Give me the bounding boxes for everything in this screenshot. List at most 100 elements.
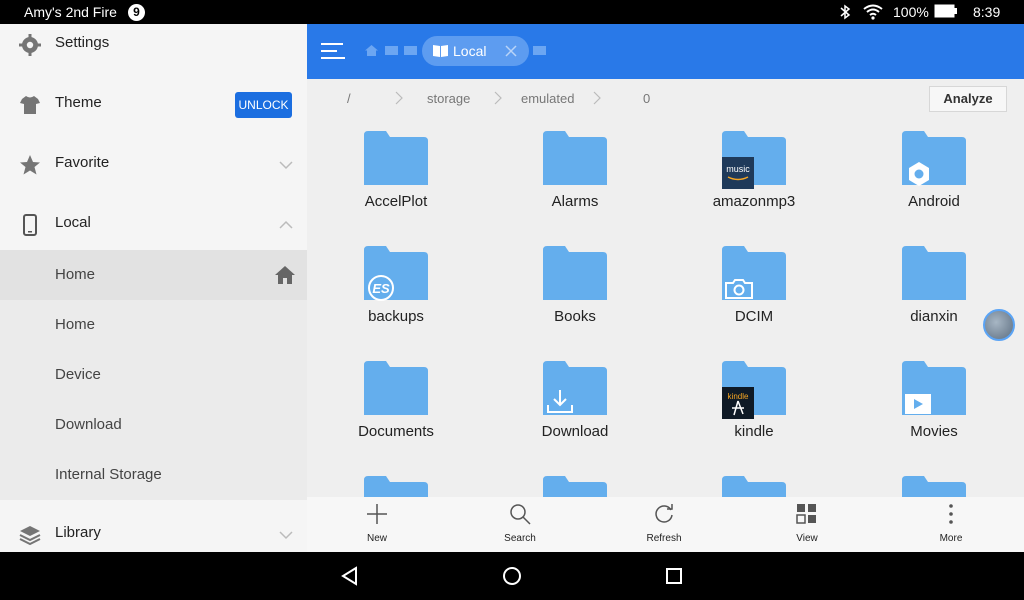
sidebar-item-label: Theme bbox=[55, 94, 102, 111]
folder-item[interactable]: AccelPlot bbox=[326, 121, 466, 221]
sidebar-item-favorite[interactable]: Favorite bbox=[0, 140, 307, 190]
folder-item[interactable]: Download bbox=[505, 351, 645, 451]
local-item-label: Device bbox=[55, 366, 101, 383]
path-segment-emulated[interactable]: emulated bbox=[521, 91, 574, 106]
folder-item[interactable]: Movies bbox=[864, 351, 1004, 451]
folder-name: Documents bbox=[358, 423, 434, 440]
sidebar-item-label: Settings bbox=[55, 34, 110, 51]
home-icon[interactable] bbox=[274, 264, 296, 286]
path-segment-storage[interactable]: storage bbox=[427, 91, 470, 106]
local-item-label: Download bbox=[55, 416, 122, 433]
search-button[interactable]: Search bbox=[480, 497, 560, 552]
path-segment-0[interactable]: 0 bbox=[643, 91, 650, 106]
local-item-home[interactable]: Home bbox=[0, 250, 307, 300]
folder-item[interactable]: kindle kindle bbox=[684, 351, 824, 451]
unlock-button[interactable]: UNLOCK bbox=[235, 92, 292, 118]
local-submenu: Home Home Device Download Internal Stora… bbox=[0, 250, 307, 500]
folder-name: amazonmp3 bbox=[712, 193, 796, 210]
folder-icon bbox=[543, 246, 607, 300]
more-vertical-icon bbox=[949, 504, 953, 524]
folder-icon bbox=[543, 131, 607, 185]
more-button[interactable]: More bbox=[911, 497, 991, 552]
gear-icon bbox=[19, 34, 41, 56]
device-name: Amy's 2nd Fire bbox=[24, 4, 117, 20]
folder-item[interactable]: music amazonmp3 bbox=[684, 121, 824, 221]
sidebar-item-local[interactable]: Local bbox=[0, 200, 307, 250]
folder-item[interactable]: Documents bbox=[326, 351, 466, 451]
kindle-app-icon: kindle bbox=[722, 387, 754, 419]
sidebar-item-label: Library bbox=[55, 524, 101, 541]
svg-text:ES: ES bbox=[372, 281, 390, 296]
sidebar-item-label: Favorite bbox=[55, 154, 110, 171]
gear-icon bbox=[909, 162, 929, 186]
svg-text:music: music bbox=[726, 164, 750, 174]
wifi-icon bbox=[863, 4, 883, 20]
folder-name: backups bbox=[368, 308, 424, 325]
folder-item[interactable]: Android bbox=[864, 121, 1004, 221]
chevron-up-icon[interactable] bbox=[276, 215, 296, 235]
menu-icon[interactable] bbox=[321, 39, 347, 63]
local-item-home-2[interactable]: Home bbox=[0, 300, 307, 350]
es-logo-icon: ES bbox=[368, 275, 394, 301]
tab-local[interactable]: Local bbox=[422, 36, 529, 66]
grid-view-icon bbox=[796, 504, 816, 524]
folder-name: kindle bbox=[734, 423, 774, 440]
book-icon bbox=[433, 45, 448, 57]
folder-item[interactable] bbox=[684, 466, 824, 497]
sidebar-item-library[interactable]: Library bbox=[0, 510, 307, 552]
status-bar: Amy's 2nd Fire 9 100% 8:39 bbox=[0, 0, 1024, 24]
clock: 8:39 bbox=[973, 4, 1001, 20]
window-icon[interactable] bbox=[533, 45, 546, 56]
floating-avatar-button[interactable] bbox=[983, 309, 1015, 341]
toolbar-label: View bbox=[796, 533, 818, 544]
download-icon bbox=[547, 390, 573, 413]
local-item-label: Home bbox=[55, 316, 96, 333]
local-item-device[interactable]: Device bbox=[0, 350, 307, 400]
folder-item[interactable]: DCIM bbox=[684, 236, 824, 336]
system-nav-bar bbox=[0, 552, 1024, 600]
folder-icon bbox=[543, 476, 607, 497]
analyze-button[interactable]: Analyze bbox=[929, 86, 1007, 112]
file-grid: AccelPlot Alarms music amazonmp3 Android… bbox=[307, 119, 1024, 497]
app-header: Local bbox=[307, 24, 1024, 79]
folder-item[interactable]: Books bbox=[505, 236, 645, 336]
sidebar-item-theme[interactable]: Theme UNLOCK bbox=[0, 80, 307, 130]
toolbar-label: Refresh bbox=[646, 533, 682, 544]
refresh-button[interactable]: Refresh bbox=[624, 497, 704, 552]
bottom-toolbar: New Search Refresh View More bbox=[307, 497, 1024, 552]
camera-icon bbox=[725, 279, 753, 299]
folder-icon bbox=[364, 476, 428, 497]
window-icon[interactable] bbox=[404, 45, 417, 56]
recents-icon[interactable] bbox=[664, 566, 684, 586]
new-button[interactable]: New bbox=[337, 497, 417, 552]
sidebar-item-settings[interactable]: Settings bbox=[0, 24, 307, 70]
path-segment-root[interactable]: / bbox=[347, 91, 351, 106]
folder-item[interactable]: ES backups bbox=[326, 236, 466, 336]
folder-item[interactable]: Alarms bbox=[505, 121, 645, 221]
folder-name: Alarms bbox=[551, 193, 599, 210]
folder-icon bbox=[364, 361, 428, 415]
toolbar-label: New bbox=[366, 533, 387, 544]
local-item-internal-storage[interactable]: Internal Storage bbox=[0, 450, 307, 500]
local-item-label: Home bbox=[55, 266, 96, 283]
home-nav-icon[interactable] bbox=[502, 566, 522, 586]
folder-item[interactable] bbox=[505, 466, 645, 497]
chevron-down-icon[interactable] bbox=[276, 155, 296, 175]
back-icon[interactable] bbox=[340, 566, 360, 586]
play-icon bbox=[905, 394, 931, 414]
close-icon[interactable] bbox=[504, 44, 518, 58]
chevron-down-icon[interactable] bbox=[276, 525, 296, 545]
view-button[interactable]: View bbox=[767, 497, 847, 552]
chevron-right-icon bbox=[395, 91, 403, 105]
folder-name: Movies bbox=[910, 423, 958, 440]
folder-icon bbox=[902, 246, 966, 300]
home-icon[interactable] bbox=[365, 45, 378, 56]
plus-icon bbox=[367, 504, 387, 524]
folder-item[interactable] bbox=[326, 466, 466, 497]
local-item-download[interactable]: Download bbox=[0, 400, 307, 450]
folder-item[interactable] bbox=[864, 466, 1004, 497]
window-icon[interactable] bbox=[385, 45, 398, 56]
tab-label: Local bbox=[453, 43, 487, 59]
toolbar-label: More bbox=[939, 533, 963, 544]
search-icon bbox=[510, 504, 531, 525]
